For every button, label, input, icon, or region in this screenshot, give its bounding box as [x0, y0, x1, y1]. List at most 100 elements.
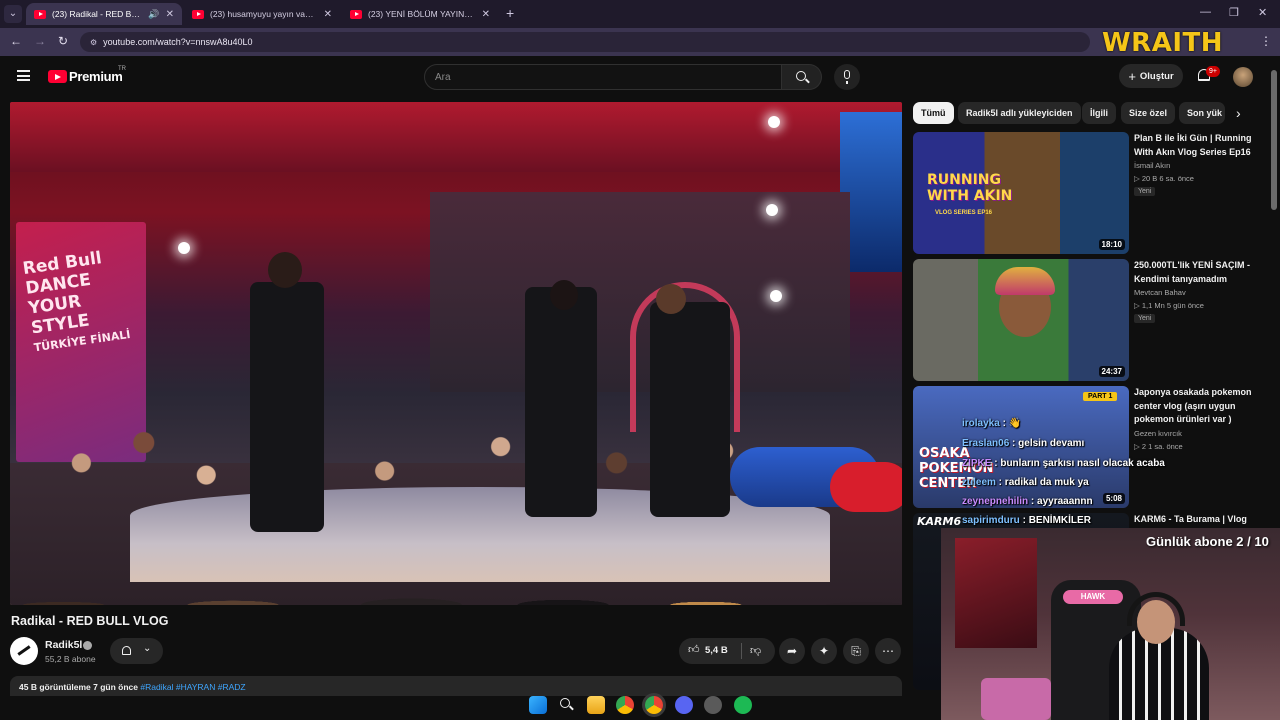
video-scene-ceiling [10, 102, 902, 172]
url-field[interactable]: ⚙ youtube.com/watch?v=nnswA8u40L0 [80, 32, 1090, 52]
rec-channel[interactable]: İsmail Akın [1134, 160, 1264, 171]
streamer-webcam: HAWK [941, 528, 1280, 720]
tab-title: (23) husamyuyu yayın vakti 19 [210, 9, 318, 19]
youtube-favicon-icon [192, 9, 204, 19]
chat-user: Eraslan06 [962, 438, 1010, 449]
taskbar-search-icon[interactable] [558, 696, 576, 714]
daily-sub-goal: Günlük abone 2 / 10 [1146, 534, 1269, 549]
chat-text: ayyraaannn [1037, 496, 1093, 507]
stage-light [770, 290, 782, 302]
chrome-active-icon[interactable] [645, 696, 663, 714]
menu-icon[interactable] [17, 70, 30, 81]
chip-from-uploader[interactable]: Radik5l adlı yükleyiciden [958, 102, 1081, 124]
forward-icon[interactable]: → [34, 34, 46, 48]
rec-title[interactable]: KARM6 - Ta Burama | Vlog [1134, 513, 1260, 527]
thumb-text: RUNNING WITH AKIN [927, 172, 1013, 204]
webcam-pink-light [981, 678, 1051, 720]
chip-recent[interactable]: Son yük [1179, 102, 1225, 124]
chip-all[interactable]: Tümü [913, 102, 954, 124]
settings-app-icon[interactable] [704, 696, 722, 714]
thumbs-down-icon[interactable]: 👎︎ [750, 644, 761, 657]
video-scene-beanbag [830, 462, 902, 512]
browser-tab-1[interactable]: (23) Radikal - RED BULL VLOG 🔊 ✕ [26, 3, 182, 25]
video-duration: 5:08 [1102, 493, 1125, 504]
subscription-notifications-button[interactable]: ⌄ [110, 638, 163, 664]
new-tab-icon[interactable]: + [506, 5, 514, 21]
url-text: youtube.com/watch?v=nnswA8u40L0 [103, 37, 253, 47]
chat-user: irolayka [962, 418, 1000, 429]
youtube-logo-icon[interactable] [48, 70, 67, 83]
rec-thumbnail[interactable]: RUNNING WITH AKIN VLOG SERIES EP16 18:10 [913, 132, 1129, 254]
chat-message: zeynepnehilin : ayyraaannn [962, 496, 1093, 507]
save-bookmark-icon[interactable]: ⎘ [843, 638, 869, 664]
close-tab-icon[interactable]: ✕ [482, 9, 490, 20]
youtube-premium-logo[interactable]: Premium [69, 69, 123, 84]
page-scrollbar[interactable] [1271, 70, 1277, 210]
spotify-icon[interactable] [734, 696, 752, 714]
chair-brand-logo: HAWK [1063, 590, 1123, 604]
site-info-icon[interactable]: ⚙ [90, 38, 97, 47]
create-button[interactable]: + Oluştur [1119, 64, 1183, 88]
speaker-icon[interactable]: 🔊 [148, 9, 159, 20]
video-title: Radikal - RED BULL VLOG [11, 614, 169, 628]
rec-channel[interactable]: Gezen kıvırcık [1134, 428, 1264, 439]
more-actions-icon[interactable]: ⋯ [875, 638, 901, 664]
like-dislike-group: 👍︎ 5,4 B 👎︎ [679, 638, 775, 664]
chip-related[interactable]: İlgili [1082, 102, 1116, 124]
tab-title: (23) Radikal - RED BULL VLOG [52, 9, 144, 19]
redbull-banner-text: Red Bull DANCE YOUR STYLE TÜRKİYE FİNALİ [22, 246, 132, 359]
country-code: TR [118, 66, 126, 72]
part-tag: PART 1 [1083, 392, 1118, 401]
channel-name[interactable]: Radik5l [45, 639, 82, 651]
video-scene-foreground [10, 542, 902, 605]
file-explorer-icon[interactable] [587, 696, 605, 714]
account-avatar[interactable] [1233, 67, 1253, 87]
windows-start-icon[interactable] [529, 696, 547, 714]
minimize-icon[interactable]: — [1200, 6, 1211, 18]
rec-thumbnail[interactable]: 24:37 [913, 259, 1129, 381]
rec-title[interactable]: Plan B ile İki Gün | Running With Akın V… [1134, 132, 1260, 159]
rec-channel[interactable]: Mevtcan Bahav [1134, 287, 1264, 298]
chat-message: ZIPKE : bunların şarkısı nasıl olacak ac… [962, 458, 1165, 469]
browser-menu-icon[interactable]: ⋮ [1260, 34, 1272, 48]
create-label: Oluştur [1139, 70, 1174, 82]
chat-message: sapirimduru : BENİMKİLER [962, 515, 1091, 526]
search-input[interactable] [424, 64, 782, 90]
chrome-icon[interactable] [616, 696, 634, 714]
voice-search-button[interactable] [834, 64, 860, 90]
webcam-poster [955, 538, 1037, 648]
dancer-figure [650, 302, 730, 517]
chat-message: irolayka : 👋 [962, 418, 1022, 429]
video-player[interactable]: Red Bull DANCE YOUR STYLE TÜRKİYE FİNALİ [10, 102, 902, 605]
like-count[interactable]: 5,4 B [705, 645, 728, 656]
search-icon [796, 71, 806, 81]
dancer-figure [525, 287, 597, 517]
close-tab-icon[interactable]: ✕ [166, 9, 174, 20]
rec-stats: ▷ 20 B 6 sa. önce [1134, 174, 1194, 183]
reload-icon[interactable]: ↻ [58, 34, 68, 48]
thumbs-up-icon[interactable]: 👍︎ [688, 643, 700, 656]
discord-icon[interactable] [675, 696, 693, 714]
stage-light [766, 204, 778, 216]
chat-text: radikal da muk ya [1004, 477, 1089, 488]
rec-title[interactable]: 250.000TL'lik YENİ SAÇIM - Kendimi tanıy… [1134, 259, 1260, 286]
close-window-icon[interactable]: ✕ [1258, 6, 1267, 19]
close-tab-icon[interactable]: ✕ [324, 9, 332, 20]
tab-search-button[interactable]: ⌄ [4, 5, 22, 23]
browser-tab-2[interactable]: (23) husamyuyu yayın vakti 19 ✕ [184, 3, 340, 25]
ask-ai-icon[interactable]: ✦ [811, 638, 837, 664]
thumb-text: KARM6 [917, 515, 962, 528]
chat-user: zuleem [962, 477, 996, 488]
windows-taskbar [0, 690, 941, 720]
chevron-right-icon[interactable]: › [1236, 105, 1241, 121]
share-icon[interactable]: ➦ [779, 638, 805, 664]
restore-icon[interactable]: ❐ [1229, 6, 1239, 19]
chip-for-you[interactable]: Size özel [1121, 102, 1176, 124]
plus-icon: + [1128, 68, 1136, 84]
browser-tab-3[interactable]: (23) YENİ BÖLÜM YAYINDA 🇹🇷 ✕ [342, 3, 498, 25]
back-icon[interactable]: ← [10, 34, 22, 48]
search-box [424, 64, 822, 90]
rec-title[interactable]: Japonya osakada pokemon center vlog (aşı… [1134, 386, 1260, 427]
search-button[interactable] [782, 64, 822, 90]
channel-avatar[interactable] [10, 637, 38, 665]
